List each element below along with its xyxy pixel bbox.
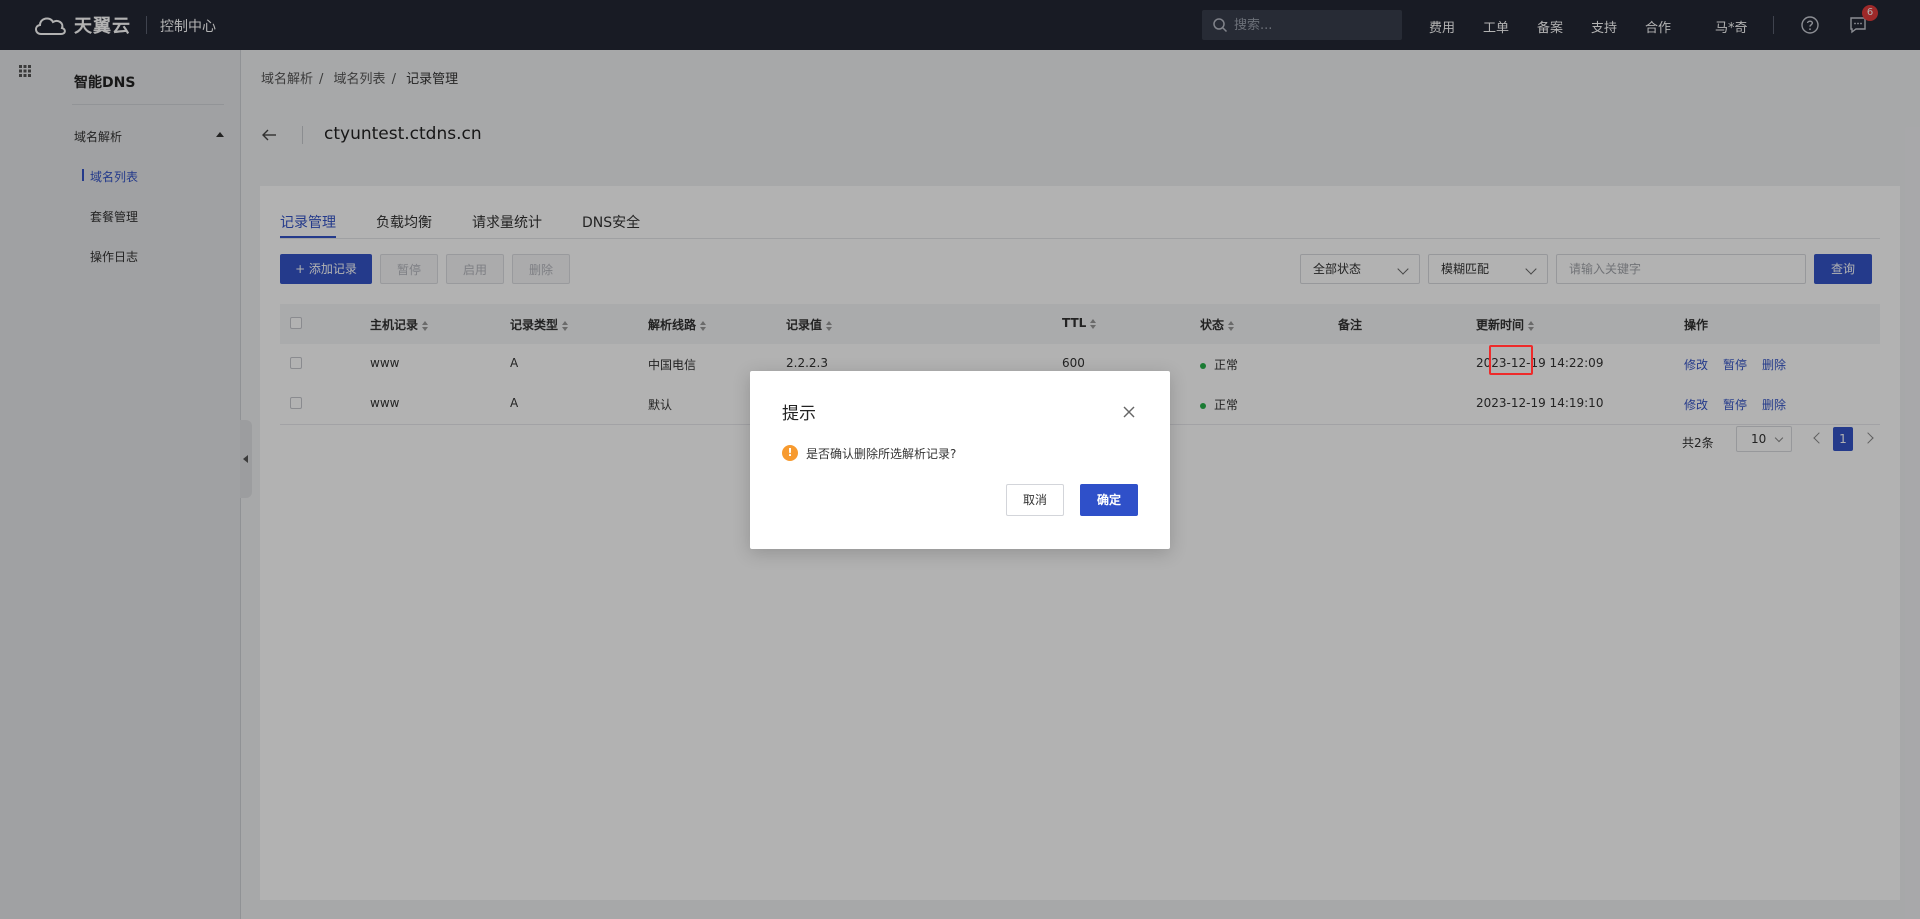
dialog-title: 提示 bbox=[782, 404, 816, 424]
close-icon[interactable] bbox=[1122, 405, 1136, 419]
delete-highlight-box bbox=[1489, 345, 1533, 375]
cancel-button[interactable]: 取消 bbox=[1006, 484, 1064, 516]
confirm-dialog: 提示 ! 是否确认删除所选解析记录? 取消 确定 bbox=[750, 371, 1170, 549]
confirm-button[interactable]: 确定 bbox=[1080, 484, 1138, 516]
dialog-message: 是否确认删除所选解析记录? bbox=[806, 447, 957, 461]
warning-icon: ! bbox=[782, 445, 798, 461]
